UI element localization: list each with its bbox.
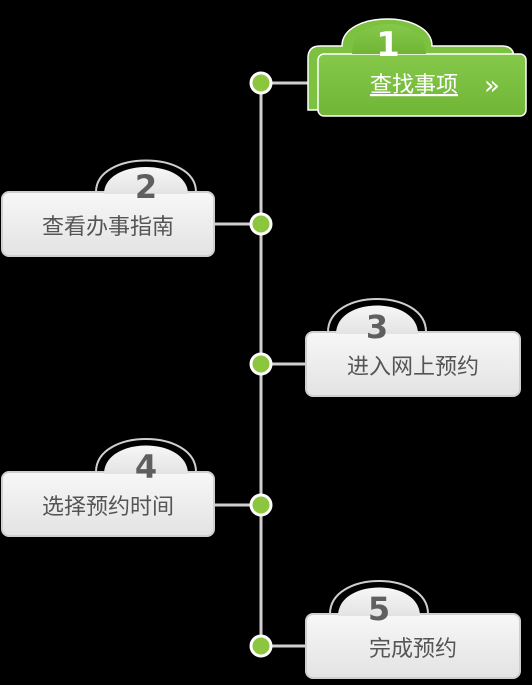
step-1[interactable]: 1 查找事项 » (249, 18, 527, 117)
step-2-number: 2 (135, 168, 157, 206)
step-5-number: 5 (368, 590, 390, 628)
step-2-node (249, 212, 273, 236)
step-4-node (249, 493, 273, 517)
step-3-label: 进入网上预约 (347, 355, 479, 380)
step-4-number: 4 (135, 448, 157, 486)
step-5[interactable]: 5 完成预约 (249, 580, 521, 679)
step-1-number: 1 (376, 25, 400, 65)
step-timeline: 1 查找事项 » 2 查看办事指南 3 进入网上预约 4 选择预约时间 5 完成… (0, 0, 532, 681)
step-3[interactable]: 3 进入网上预约 (249, 298, 521, 397)
step-1-node (249, 71, 273, 95)
step-2-label: 查看办事指南 (42, 215, 174, 240)
step-5-node (249, 634, 273, 658)
step-2[interactable]: 2 查看办事指南 (1, 159, 273, 257)
step-1-label[interactable]: 查找事项 (370, 73, 458, 98)
step-1-arrow-icon[interactable]: » (484, 71, 500, 101)
step-4[interactable]: 4 选择预约时间 (1, 438, 273, 537)
step-4-label: 选择预约时间 (42, 495, 174, 520)
step-3-node (249, 352, 273, 376)
step-5-label: 完成预约 (369, 637, 457, 662)
step-3-number: 3 (366, 308, 388, 346)
